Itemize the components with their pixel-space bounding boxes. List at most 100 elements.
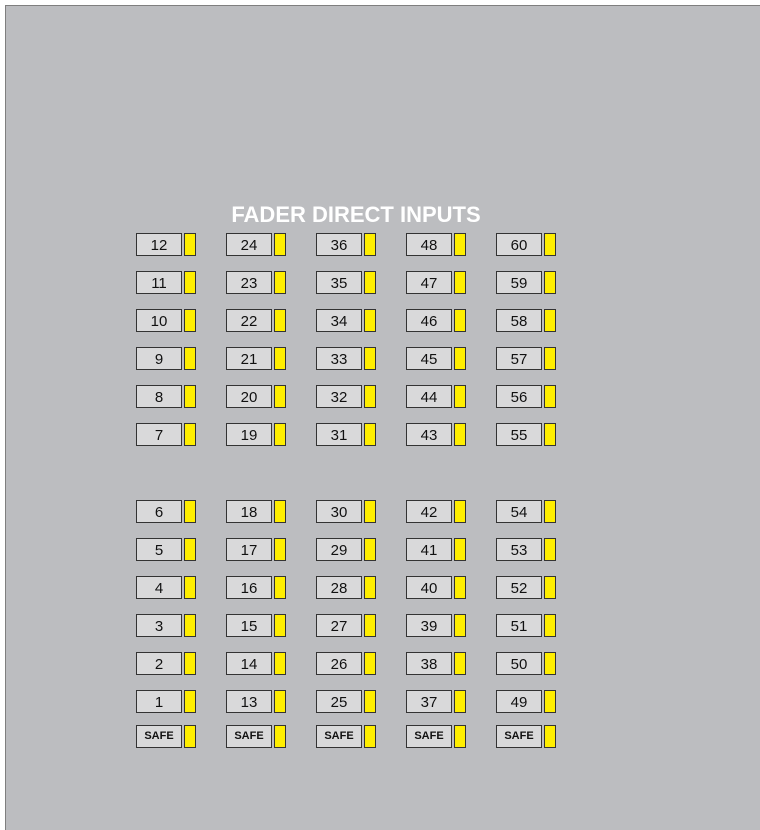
- fader-input-button[interactable]: 16: [226, 576, 272, 599]
- fader-indicator-led: [274, 271, 286, 294]
- fader-input-button[interactable]: 35: [316, 271, 362, 294]
- fader-input-button[interactable]: 20: [226, 385, 272, 408]
- fader-input-button[interactable]: 14: [226, 652, 272, 675]
- fader-input-button[interactable]: 10: [136, 309, 182, 332]
- fader-input-button[interactable]: 57: [496, 347, 542, 370]
- fader-input-button[interactable]: 18: [226, 500, 272, 523]
- fader-input-button[interactable]: 29: [316, 538, 362, 561]
- fader-indicator-led: [274, 347, 286, 370]
- fader-input-button[interactable]: 34: [316, 309, 362, 332]
- fader-input-button[interactable]: 13: [226, 690, 272, 713]
- fader-input-button[interactable]: 22: [226, 309, 272, 332]
- fader-input-label: 12: [150, 237, 168, 254]
- fader-input-button[interactable]: 47: [406, 271, 452, 294]
- fader-input-button[interactable]: 32: [316, 385, 362, 408]
- fader-input-button[interactable]: 3: [136, 614, 182, 637]
- fader-input-button[interactable]: 7: [136, 423, 182, 446]
- fader-input-button[interactable]: 54: [496, 500, 542, 523]
- fader-indicator-led: [544, 347, 556, 370]
- fader-input-button[interactable]: 30: [316, 500, 362, 523]
- fader-input-label: 52: [510, 580, 528, 597]
- fader-indicator-led: [184, 385, 196, 408]
- fader-input-button[interactable]: 33: [316, 347, 362, 370]
- fader-input-label: 51: [510, 618, 528, 635]
- fader-input-button[interactable]: 43: [406, 423, 452, 446]
- fader-input-button[interactable]: 36: [316, 233, 362, 256]
- fader-input-button[interactable]: 24: [226, 233, 272, 256]
- fader-input-label: 53: [510, 542, 528, 559]
- fader-indicator-led: [454, 423, 466, 446]
- fader-input-button[interactable]: 23: [226, 271, 272, 294]
- fader-input-button[interactable]: 49: [496, 690, 542, 713]
- fader-input-label: 43: [420, 427, 438, 444]
- fader-input-button[interactable]: 2: [136, 652, 182, 675]
- fader-indicator-led: [184, 347, 196, 370]
- fader-input-label: 37: [420, 694, 438, 711]
- fader-input-button[interactable]: 28: [316, 576, 362, 599]
- fader-input-button[interactable]: 12: [136, 233, 182, 256]
- fader-input-button[interactable]: 46: [406, 309, 452, 332]
- fader-indicator-led: [184, 614, 196, 637]
- safe-button[interactable]: SAFE: [406, 725, 452, 748]
- fader-input-button[interactable]: 50: [496, 652, 542, 675]
- fader-indicator-led: [274, 233, 286, 256]
- fader-input-label: 41: [420, 542, 438, 559]
- fader-input-button[interactable]: 11: [136, 271, 182, 294]
- fader-input-button[interactable]: 40: [406, 576, 452, 599]
- fader-indicator-led: [454, 500, 466, 523]
- fader-input-button[interactable]: 31: [316, 423, 362, 446]
- fader-input-button[interactable]: 21: [226, 347, 272, 370]
- fader-input-button[interactable]: 37: [406, 690, 452, 713]
- fader-input-button[interactable]: 60: [496, 233, 542, 256]
- fader-input-button[interactable]: 42: [406, 500, 452, 523]
- fader-input-button[interactable]: 58: [496, 309, 542, 332]
- fader-input-button[interactable]: 38: [406, 652, 452, 675]
- fader-indicator-led: [184, 500, 196, 523]
- safe-button-label: SAFE: [144, 730, 174, 742]
- fader-input-button[interactable]: 15: [226, 614, 272, 637]
- fader-input-button[interactable]: 4: [136, 576, 182, 599]
- fader-input-button[interactable]: 48: [406, 233, 452, 256]
- fader-input-button[interactable]: 45: [406, 347, 452, 370]
- fader-input-button[interactable]: 39: [406, 614, 452, 637]
- fader-input-button[interactable]: 27: [316, 614, 362, 637]
- fader-input-button[interactable]: 41: [406, 538, 452, 561]
- fader-input-button[interactable]: 17: [226, 538, 272, 561]
- fader-input-button[interactable]: 53: [496, 538, 542, 561]
- fader-input-button[interactable]: 25: [316, 690, 362, 713]
- safe-button[interactable]: SAFE: [496, 725, 542, 748]
- fader-indicator-led: [184, 652, 196, 675]
- fader-indicator-led: [454, 652, 466, 675]
- fader-input-label: 26: [330, 656, 348, 673]
- fader-input-button[interactable]: 56: [496, 385, 542, 408]
- safe-button-label: SAFE: [504, 730, 534, 742]
- fader-input-label: 8: [154, 389, 164, 406]
- fader-indicator-led: [274, 614, 286, 637]
- fader-input-label: 48: [420, 237, 438, 254]
- fader-input-label: 2: [154, 656, 164, 673]
- fader-input-label: 59: [510, 275, 528, 292]
- fader-input-button[interactable]: 59: [496, 271, 542, 294]
- fader-indicator-led: [364, 233, 376, 256]
- safe-button[interactable]: SAFE: [136, 725, 182, 748]
- fader-input-button[interactable]: 44: [406, 385, 452, 408]
- fader-indicator-led: [184, 233, 196, 256]
- fader-input-button[interactable]: 8: [136, 385, 182, 408]
- fader-input-label: 33: [330, 351, 348, 368]
- fader-input-label: 22: [240, 313, 258, 330]
- fader-input-button[interactable]: 51: [496, 614, 542, 637]
- fader-input-button[interactable]: 6: [136, 500, 182, 523]
- fader-input-button[interactable]: 19: [226, 423, 272, 446]
- safe-button-label: SAFE: [234, 730, 264, 742]
- safe-button[interactable]: SAFE: [316, 725, 362, 748]
- safe-indicator-led: [454, 725, 466, 748]
- safe-indicator-led: [364, 725, 376, 748]
- fader-input-button[interactable]: 52: [496, 576, 542, 599]
- fader-input-button[interactable]: 26: [316, 652, 362, 675]
- safe-button[interactable]: SAFE: [226, 725, 272, 748]
- fader-input-button[interactable]: 55: [496, 423, 542, 446]
- fader-input-button[interactable]: 9: [136, 347, 182, 370]
- fader-input-button[interactable]: 1: [136, 690, 182, 713]
- fader-input-button[interactable]: 5: [136, 538, 182, 561]
- safe-indicator-led: [274, 725, 286, 748]
